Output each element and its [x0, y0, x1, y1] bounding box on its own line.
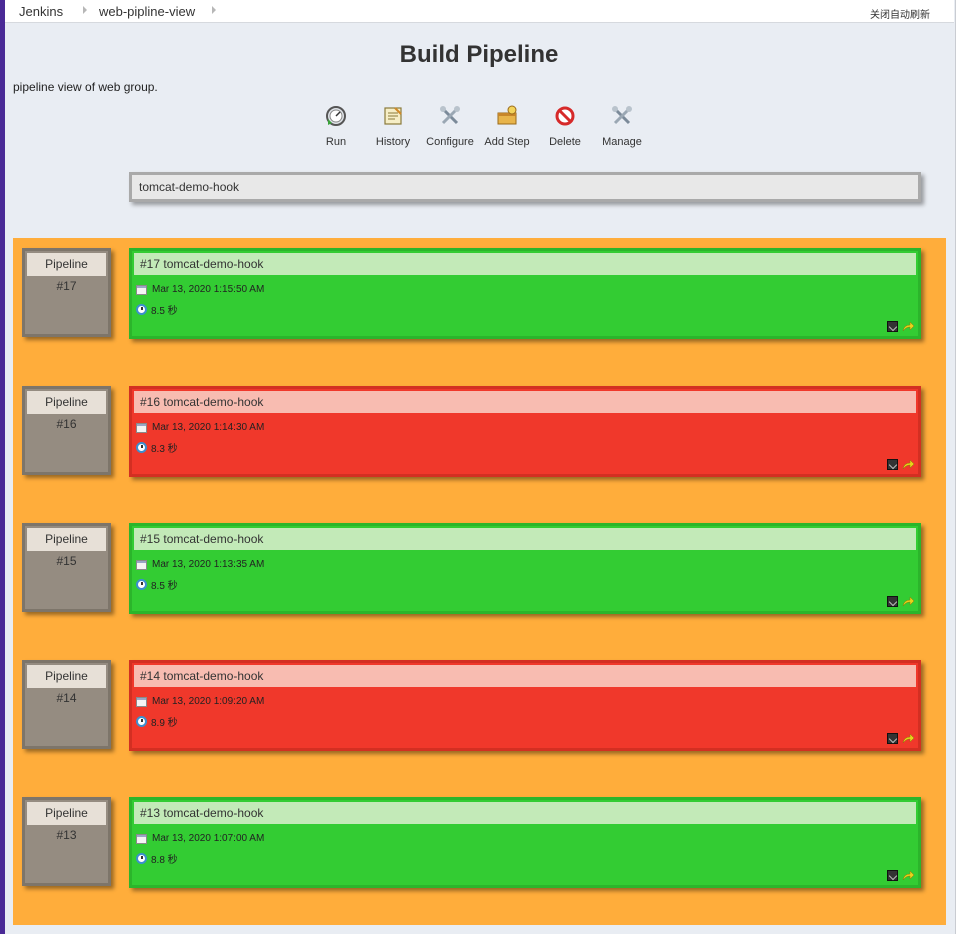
pipeline-job-name: tomcat-demo-hook: [139, 180, 240, 194]
console-output-icon[interactable]: [887, 870, 898, 881]
clock-icon: [136, 716, 147, 727]
revision-number: #14: [56, 691, 77, 705]
console-output-icon[interactable]: [887, 596, 898, 607]
calendar-icon: [136, 833, 147, 844]
no-entry-icon: [555, 106, 575, 126]
build-date: Mar 13, 2020 1:15:50 AM: [152, 284, 265, 295]
manage-button[interactable]: Manage: [593, 104, 651, 148]
revision-label: Pipeline: [27, 391, 106, 414]
calendar-icon: [136, 696, 147, 707]
history-label: History: [375, 136, 411, 148]
wrench-icon: [612, 106, 632, 125]
clock-icon: [136, 304, 147, 315]
build-card[interactable]: #16 tomcat-demo-hook Mar 13, 2020 1:14:3…: [129, 386, 921, 477]
build-date: Mar 13, 2020 1:13:35 AM: [152, 559, 265, 570]
build-duration-row: 8.5 秒: [136, 302, 178, 317]
configure-button[interactable]: Configure: [421, 104, 479, 148]
disable-auto-refresh-link[interactable]: 关闭自动刷新: [870, 6, 930, 21]
revision-label: Pipeline: [27, 528, 106, 551]
delete-label: Delete: [549, 136, 581, 148]
build-duration-row: 8.9 秒: [136, 714, 178, 729]
clock-icon: [136, 442, 147, 453]
revision-box: Pipeline #15: [22, 523, 111, 612]
breadcrumb-view[interactable]: web-pipline-view: [99, 4, 195, 19]
rebuild-arrow-icon[interactable]: [902, 596, 914, 607]
revision-label: Pipeline: [27, 802, 106, 825]
page-title: Build Pipeline: [399, 41, 559, 68]
build-duration: 8.5 秒: [151, 581, 178, 592]
build-date: Mar 13, 2020 1:14:30 AM: [152, 422, 265, 433]
console-output-icon[interactable]: [887, 321, 898, 332]
run-icon: [326, 106, 346, 126]
build-duration: 8.3 秒: [151, 444, 178, 455]
run-button[interactable]: Run: [307, 104, 365, 148]
build-title[interactable]: #15 tomcat-demo-hook: [134, 528, 916, 550]
build-title[interactable]: #16 tomcat-demo-hook: [134, 391, 916, 413]
clock-icon: [136, 579, 147, 590]
breadcrumb-arrow-icon[interactable]: [212, 6, 216, 14]
calendar-icon: [136, 559, 147, 570]
configure-label: Configure: [426, 136, 474, 148]
window-left-edge: [0, 0, 5, 934]
revision-number: #16: [56, 417, 77, 431]
rebuild-arrow-icon[interactable]: [902, 459, 914, 470]
revision-box: Pipeline #17: [22, 248, 111, 337]
build-date-row: Mar 13, 2020 1:14:30 AM: [136, 422, 264, 433]
build-duration-row: 8.8 秒: [136, 851, 178, 866]
pipeline-job-header[interactable]: tomcat-demo-hook: [129, 172, 921, 202]
breadcrumb-arrow-icon[interactable]: [83, 6, 87, 14]
calendar-icon: [136, 422, 147, 433]
add-step-button[interactable]: Add Step: [478, 104, 536, 148]
build-card[interactable]: #17 tomcat-demo-hook Mar 13, 2020 1:15:5…: [129, 248, 921, 339]
manage-label: Manage: [602, 136, 642, 148]
revision-box: Pipeline #13: [22, 797, 111, 886]
revision-box: Pipeline #14: [22, 660, 111, 749]
clock-icon: [136, 853, 147, 864]
view-description: pipeline view of web group.: [13, 80, 158, 94]
build-date-row: Mar 13, 2020 1:09:20 AM: [136, 696, 264, 707]
build-date-row: Mar 13, 2020 1:15:50 AM: [136, 284, 264, 295]
revision-label: Pipeline: [27, 253, 106, 276]
rebuild-arrow-icon[interactable]: [902, 733, 914, 744]
breadcrumb: Jenkins web-pipline-view 关闭自动刷新: [5, 0, 954, 23]
build-date-row: Mar 13, 2020 1:13:35 AM: [136, 559, 264, 570]
delete-button[interactable]: Delete: [536, 104, 594, 148]
console-output-icon[interactable]: [887, 459, 898, 470]
add-step-label: Add Step: [484, 136, 530, 148]
build-duration: 8.8 秒: [151, 855, 178, 866]
revision-number: #17: [56, 279, 77, 293]
revision-label: Pipeline: [27, 665, 106, 688]
revision-number: #15: [56, 554, 77, 568]
rebuild-arrow-icon[interactable]: [902, 870, 914, 881]
build-duration-row: 8.5 秒: [136, 577, 178, 592]
build-duration-row: 8.3 秒: [136, 440, 178, 455]
build-date: Mar 13, 2020 1:07:00 AM: [152, 833, 265, 844]
run-label: Run: [325, 136, 347, 148]
breadcrumb-jenkins[interactable]: Jenkins: [19, 4, 63, 19]
build-card[interactable]: #15 tomcat-demo-hook Mar 13, 2020 1:13:3…: [129, 523, 921, 614]
build-title[interactable]: #13 tomcat-demo-hook: [134, 802, 916, 824]
history-icon: [384, 107, 402, 125]
build-card[interactable]: #13 tomcat-demo-hook Mar 13, 2020 1:07:0…: [129, 797, 921, 888]
build-title[interactable]: #14 tomcat-demo-hook: [134, 665, 916, 687]
build-duration: 8.9 秒: [151, 718, 178, 729]
console-output-icon[interactable]: [887, 733, 898, 744]
build-duration: 8.5 秒: [151, 306, 178, 317]
revision-box: Pipeline #16: [22, 386, 111, 475]
revision-number: #13: [56, 828, 77, 842]
build-title[interactable]: #17 tomcat-demo-hook: [134, 253, 916, 275]
wrench-icon: [440, 106, 460, 125]
rebuild-arrow-icon[interactable]: [902, 321, 914, 332]
build-card[interactable]: #14 tomcat-demo-hook Mar 13, 2020 1:09:2…: [129, 660, 921, 751]
build-date: Mar 13, 2020 1:09:20 AM: [152, 696, 265, 707]
history-button[interactable]: History: [364, 104, 422, 148]
add-step-icon: [497, 105, 517, 125]
calendar-icon: [136, 284, 147, 295]
build-date-row: Mar 13, 2020 1:07:00 AM: [136, 833, 264, 844]
